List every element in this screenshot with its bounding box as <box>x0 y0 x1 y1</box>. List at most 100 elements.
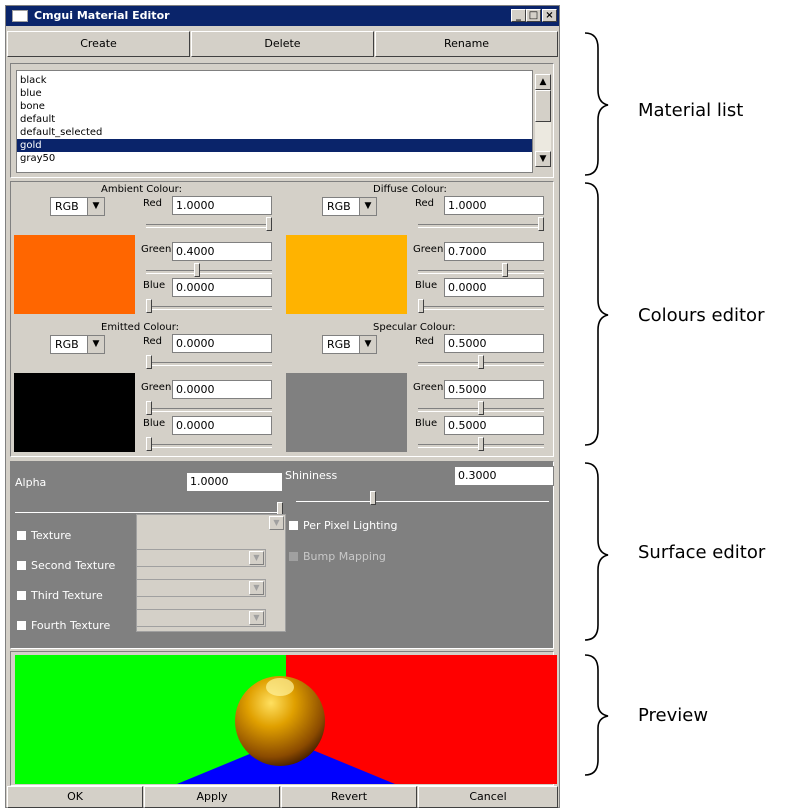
maximize-button[interactable]: □ <box>526 9 541 22</box>
ambient-red-slider[interactable] <box>146 217 272 231</box>
per-pixel-lighting-checkbox[interactable] <box>288 520 299 531</box>
specular-colour-title: Specular Colour: <box>373 322 456 333</box>
chevron-down-icon[interactable]: ▼ <box>249 551 264 565</box>
shininess-field[interactable]: 0.3000 <box>454 466 554 486</box>
minimize-button[interactable]: _ <box>511 9 526 22</box>
specular-green-field[interactable]: 0.5000 <box>444 380 544 399</box>
chevron-down-icon[interactable]: ▼ <box>359 198 376 215</box>
emitted-blue-field[interactable]: 0.0000 <box>172 416 272 435</box>
specular-red-field[interactable]: 0.5000 <box>444 334 544 353</box>
alpha-field[interactable]: 1.0000 <box>186 472 283 492</box>
diffuse-red-slider[interactable] <box>418 217 544 231</box>
diffuse-red-slider-knob[interactable] <box>538 217 544 231</box>
emitted-blue-slider[interactable] <box>146 437 272 451</box>
emitted-red-field[interactable]: 0.0000 <box>172 334 272 353</box>
scroll-thumb[interactable] <box>535 90 551 122</box>
material-list-item[interactable]: gold <box>17 139 532 152</box>
ambient-green-slider[interactable] <box>146 263 272 277</box>
diffuse-mode-select[interactable]: RGB ▼ <box>322 197 377 216</box>
ambient-mode-select[interactable]: RGB ▼ <box>50 197 105 216</box>
apply-button[interactable]: Apply <box>144 786 280 808</box>
ambient-green-slider-knob[interactable] <box>194 263 200 277</box>
ambient-red-slider-knob[interactable] <box>266 217 272 231</box>
emitted-red-slider[interactable] <box>146 355 272 369</box>
diffuse-red-field[interactable]: 1.0000 <box>444 196 544 215</box>
material-list-scrollbar[interactable]: ▲ ▼ <box>535 74 551 167</box>
material-list-item[interactable]: default_selected <box>17 126 532 139</box>
texture-checkbox[interactable] <box>16 530 27 541</box>
cancel-button[interactable]: Cancel <box>418 786 558 808</box>
material-list-item[interactable]: blue <box>17 87 532 100</box>
rename-button[interactable]: Rename <box>375 31 558 57</box>
chevron-down-icon[interactable]: ▼ <box>87 198 104 215</box>
emitted-red-label: Red <box>143 336 162 347</box>
chevron-down-icon[interactable]: ▼ <box>359 336 376 353</box>
diffuse-green-field[interactable]: 0.7000 <box>444 242 544 261</box>
ambient-green-field[interactable]: 0.4000 <box>172 242 272 261</box>
material-list-item[interactable]: black <box>17 74 532 87</box>
diffuse-green-slider-knob[interactable] <box>502 263 508 277</box>
texture-select[interactable]: ▼ <box>136 609 266 627</box>
emitted-colour-swatch <box>14 373 135 452</box>
emitted-blue-slider-knob[interactable] <box>146 437 152 451</box>
chevron-down-icon[interactable]: ▼ <box>87 336 104 353</box>
close-button[interactable]: × <box>542 9 557 22</box>
delete-button[interactable]: Delete <box>191 31 374 57</box>
preview-canvas[interactable] <box>15 655 557 784</box>
specular-mode-value: RGB <box>327 338 351 351</box>
bump-mapping-checkbox <box>288 551 299 562</box>
emitted-green-slider-knob[interactable] <box>146 401 152 415</box>
scroll-down-arrow-icon[interactable]: ▼ <box>535 151 551 167</box>
texture-checkbox[interactable] <box>16 590 27 601</box>
specular-red-slider[interactable] <box>418 355 544 369</box>
material-editor-window: Cmgui Material Editor _ □ × Create Delet… <box>5 5 560 808</box>
ambient-green-label: Green <box>141 244 172 255</box>
shininess-slider[interactable] <box>296 491 549 505</box>
specular-blue-field[interactable]: 0.5000 <box>444 416 544 435</box>
texture-checkbox[interactable] <box>16 620 27 631</box>
texture-select[interactable]: ▼ <box>136 579 266 597</box>
specular-mode-select[interactable]: RGB ▼ <box>322 335 377 354</box>
scroll-up-arrow-icon[interactable]: ▲ <box>535 74 551 90</box>
specular-green-slider[interactable] <box>418 401 544 415</box>
ambient-blue-field[interactable]: 0.0000 <box>172 278 272 297</box>
diffuse-blue-field[interactable]: 0.0000 <box>444 278 544 297</box>
ambient-blue-slider-knob[interactable] <box>146 299 152 313</box>
ambient-red-field[interactable]: 1.0000 <box>172 196 272 215</box>
specular-green-label: Green <box>413 382 444 393</box>
diffuse-red-label: Red <box>415 198 434 209</box>
diffuse-green-slider[interactable] <box>418 263 544 277</box>
texture-checkbox[interactable] <box>16 560 27 571</box>
emitted-mode-select[interactable]: RGB ▼ <box>50 335 105 354</box>
emitted-red-slider-knob[interactable] <box>146 355 152 369</box>
specular-blue-slider[interactable] <box>418 437 544 451</box>
surface-editor-brace <box>584 462 609 641</box>
material-list-item[interactable]: bone <box>17 100 532 113</box>
specular-green-slider-knob[interactable] <box>478 401 484 415</box>
alpha-label: Alpha <box>15 476 47 489</box>
diffuse-green-label: Green <box>413 244 444 255</box>
emitted-blue-label: Blue <box>143 418 166 429</box>
material-list[interactable]: black blue bone default default_selected gold… <box>16 70 533 173</box>
ambient-blue-slider[interactable] <box>146 299 272 313</box>
diffuse-blue-slider[interactable] <box>418 299 544 313</box>
material-list-item[interactable]: default <box>17 113 532 126</box>
title-bar[interactable]: Cmgui Material Editor _ □ × <box>6 6 559 26</box>
texture-select[interactable]: ▼ <box>136 549 266 567</box>
emitted-green-field[interactable]: 0.0000 <box>172 380 272 399</box>
specular-red-slider-knob[interactable] <box>478 355 484 369</box>
diffuse-mode-value: RGB <box>327 200 351 213</box>
window-icon <box>12 10 28 22</box>
emitted-green-slider[interactable] <box>146 401 272 415</box>
chevron-down-icon[interactable]: ▼ <box>269 516 284 530</box>
revert-button[interactable]: Revert <box>281 786 417 808</box>
texture-label: Second Texture <box>31 559 116 572</box>
ok-button[interactable]: OK <box>7 786 143 808</box>
create-button[interactable]: Create <box>7 31 190 57</box>
material-list-item[interactable]: gray50 <box>17 152 532 165</box>
chevron-down-icon[interactable]: ▼ <box>249 611 264 625</box>
specular-blue-slider-knob[interactable] <box>478 437 484 451</box>
chevron-down-icon[interactable]: ▼ <box>249 581 264 595</box>
shininess-slider-knob[interactable] <box>370 491 376 505</box>
diffuse-blue-slider-knob[interactable] <box>418 299 424 313</box>
